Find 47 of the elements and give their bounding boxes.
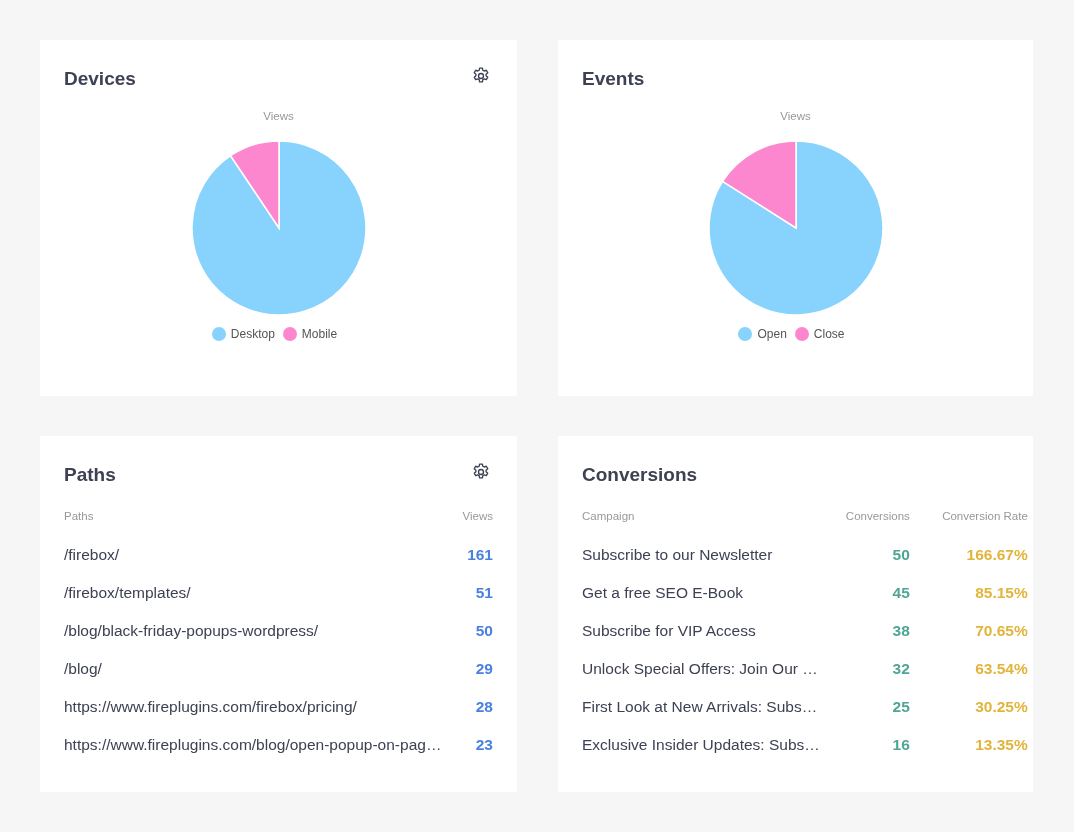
column-header: Conversion Rate bbox=[941, 509, 1028, 524]
legend-label: Desktop bbox=[230, 327, 275, 341]
table-cell-text: 166.67% bbox=[965, 545, 1028, 565]
column-header: Views bbox=[462, 509, 493, 524]
table-cell-text: 29 bbox=[474, 659, 493, 679]
table-cell-text: 50 bbox=[474, 621, 493, 641]
table-cell-text: /firebox/ bbox=[64, 545, 121, 565]
settings-icon[interactable] bbox=[471, 462, 491, 482]
card-title: Devices bbox=[64, 68, 136, 90]
card-title: Conversions bbox=[582, 464, 698, 486]
table-cell-text: 51 bbox=[474, 583, 493, 603]
table-cell-text: 25 bbox=[891, 697, 910, 717]
legend-label: Mobile bbox=[301, 327, 338, 341]
table-cell-text: /blog/ bbox=[64, 659, 103, 679]
table-cell-text: 28 bbox=[474, 697, 493, 717]
table-cell-text: 70.65% bbox=[974, 621, 1028, 641]
column-header: Paths bbox=[64, 509, 95, 524]
table-cell-text: 16 bbox=[891, 735, 910, 755]
table-cell-text: Get a free SEO E-Book bbox=[582, 583, 745, 603]
table-cell-text: First Look at New Arrivals: Subs… bbox=[582, 697, 819, 717]
chart-title: Views bbox=[780, 110, 811, 122]
table-cell-text: 45 bbox=[891, 583, 910, 603]
table-cell-text: 50 bbox=[891, 545, 910, 565]
table-cell-text: /firebox/templates/ bbox=[64, 583, 192, 603]
table-cell-text: 23 bbox=[474, 735, 493, 755]
card-title: Paths bbox=[64, 464, 116, 486]
card-title: Events bbox=[582, 68, 645, 90]
table-cell-text: 30.25% bbox=[974, 697, 1028, 717]
table-cell-text: 13.35% bbox=[974, 735, 1028, 755]
table-cell-text: 38 bbox=[891, 621, 910, 641]
table-cell-text: Unlock Special Offers: Join Our … bbox=[582, 659, 819, 679]
column-header: Campaign bbox=[582, 509, 636, 524]
settings-icon[interactable] bbox=[471, 66, 491, 86]
table-cell-text: 63.54% bbox=[974, 659, 1028, 679]
table-cell-text: 32 bbox=[891, 659, 910, 679]
table-cell-text: 161 bbox=[466, 545, 493, 565]
table-cell-text: 85.15% bbox=[974, 583, 1028, 603]
table-cell-text: https://www.fireplugins.com/firebox/pricing/ bbox=[64, 697, 358, 717]
chart-title: Views bbox=[263, 110, 294, 122]
table-cell-text: https://www.fireplugins.com/blog/open-popup-on-pag… bbox=[64, 735, 443, 755]
legend-label: Open bbox=[757, 327, 787, 341]
table-cell-text: Subscribe to our Newsletter bbox=[582, 545, 774, 565]
legend-label: Close bbox=[813, 327, 845, 341]
column-header: Conversions bbox=[844, 509, 910, 524]
table-cell-text: Exclusive Insider Updates: Subs… bbox=[582, 735, 820, 755]
table-cell-text: /blog/black-friday-popups-wordpress/ bbox=[64, 621, 320, 641]
table-cell-text: Subscribe for VIP Access bbox=[582, 621, 757, 641]
